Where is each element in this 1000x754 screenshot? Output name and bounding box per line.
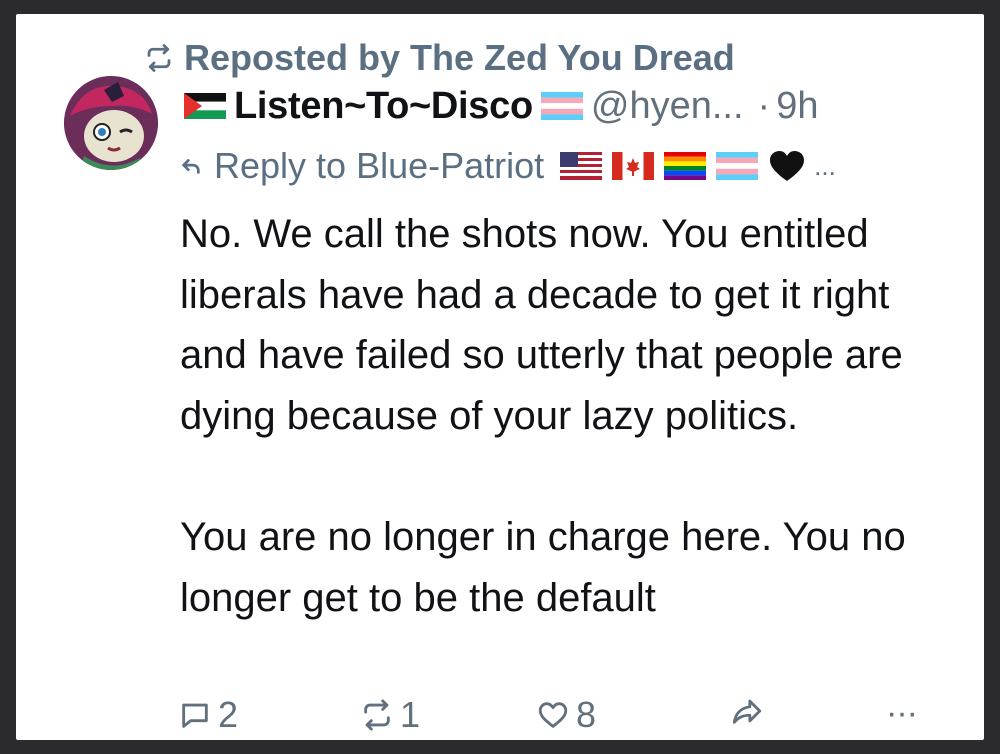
- post-actions: 2 1 8 ···: [16, 694, 984, 738]
- transgender-flag-icon: [540, 92, 583, 120]
- reply-to-more: ...: [814, 150, 836, 181]
- rainbow-flag-icon: [664, 152, 707, 180]
- more-options-button[interactable]: ···: [886, 694, 918, 733]
- like-button[interactable]: 8: [536, 694, 596, 736]
- post-text: No. We call the shots now. You entitled …: [180, 204, 960, 628]
- reply-to-line[interactable]: Reply to Blue-Patriot ...: [180, 142, 944, 190]
- repost-icon: [147, 44, 171, 72]
- post-header: Listen~To~Disco @hyen... · 9h: [184, 80, 958, 132]
- more-options-icon: ···: [886, 694, 918, 732]
- post-timestamp[interactable]: 9h: [776, 85, 818, 128]
- reply-icon: [182, 703, 208, 728]
- repost-count: 1: [400, 694, 421, 735]
- post-paragraph: You are no longer in charge here. You no…: [180, 515, 906, 620]
- black-heart-icon: [770, 151, 805, 181]
- avatar[interactable]: [64, 76, 158, 170]
- reposted-by-label: Reposted by The Zed You Dread: [184, 37, 735, 78]
- heart-icon: [538, 702, 568, 728]
- reply-arrow-icon: [182, 159, 200, 174]
- reply-button[interactable]: 2: [178, 694, 238, 736]
- share-button[interactable]: [730, 694, 764, 728]
- palestine-flag-icon: [184, 93, 226, 119]
- transgender-flag-icon: [716, 152, 759, 180]
- reposted-by[interactable]: Reposted by The Zed You Dread: [144, 34, 735, 82]
- separator-dot: ·: [757, 84, 771, 127]
- reply-to-label: Reply to Blue-Patriot: [214, 145, 545, 186]
- us-flag-icon: [560, 152, 603, 180]
- repost-button[interactable]: 1: [360, 694, 420, 736]
- reply-count: 2: [218, 694, 239, 735]
- canada-flag-icon: [612, 152, 655, 180]
- repost-icon: [364, 699, 390, 731]
- post-card[interactable]: Reposted by The Zed You Dread Listen~To~…: [16, 14, 984, 740]
- post-paragraph: No. We call the shots now. You entitled …: [180, 212, 903, 438]
- author-display-name[interactable]: Listen~To~Disco: [234, 85, 533, 128]
- like-count: 8: [576, 694, 597, 735]
- author-handle[interactable]: @hyen...: [591, 85, 744, 128]
- share-icon: [732, 699, 762, 724]
